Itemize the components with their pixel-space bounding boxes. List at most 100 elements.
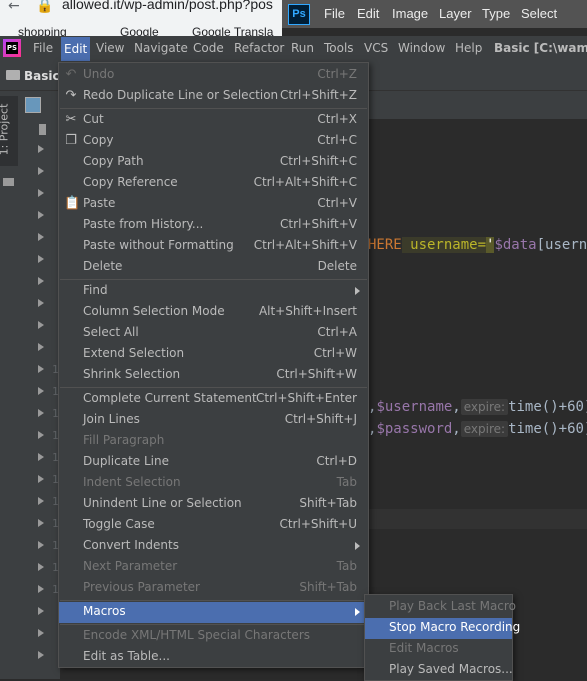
tree-expand-icon[interactable] [38,453,44,461]
menu-item-label: Undo [83,67,115,81]
menu-item-select-all[interactable]: Select All Ctrl+A [59,323,368,344]
menu-item-convert-indents[interactable]: Convert Indents [59,536,368,557]
tree-expand-icon[interactable] [38,233,44,241]
menu-navigate[interactable]: Navigate [134,41,188,55]
tree-expand-icon[interactable] [38,431,44,439]
menu-item-paste-from-history[interactable]: Paste from History... Ctrl+Shift+V [59,215,368,236]
tree-expand-icon[interactable] [38,475,44,483]
tree-expand-icon[interactable] [38,299,44,307]
menu-item-unindent-line-or-selection[interactable]: Unindent Line or Selection Shift+Tab [59,494,368,515]
menu-item-shortcut: Ctrl+V [317,196,357,210]
ps-menu-file[interactable]: File [324,6,345,21]
menu-run[interactable]: Run [291,41,314,55]
ps-menu-edit[interactable]: Edit [357,6,379,21]
menu-item-previous-parameter: Previous Parameter Shift+Tab [59,578,368,599]
ps-menu-select[interactable]: Select [521,6,557,21]
photoshop-logo: Ps [288,4,310,25]
menu-item-shortcut: Ctrl+D [316,454,357,468]
tree-expand-icon[interactable] [38,167,44,175]
menu-window[interactable]: Window [398,41,445,55]
menu-item-paste[interactable]: 📋 Paste Ctrl+V [59,194,368,215]
ps-menu-type[interactable]: Type [482,6,510,21]
menu-item-find[interactable]: Find [59,281,368,302]
submenu-arrow-icon [355,542,360,550]
code-editor[interactable]: HERE username='$data[usernam ,$username,… [368,91,587,679]
menu-item-column-selection-mode[interactable]: Column Selection Mode Alt+Shift+Insert [59,302,368,323]
menu-item-macros[interactable]: Macros [59,602,368,623]
menu-view[interactable]: View [96,41,124,55]
menu-item-label: Convert Indents [83,538,179,552]
menu-item-shortcut: Ctrl+Shift+Z [280,88,357,102]
ps-menu-image[interactable]: Image [392,6,428,21]
tree-expand-icon[interactable] [38,563,44,571]
tree-expand-icon[interactable] [38,189,44,197]
menu-item-shrink-selection[interactable]: Shrink Selection Ctrl+Shift+W [59,365,368,386]
menu-item-join-lines[interactable]: Join Lines Ctrl+Shift+J [59,410,368,431]
menu-item-shortcut: Ctrl+C [317,133,357,147]
menu-item-label: Redo Duplicate Line or Selection [83,88,279,102]
menu-file[interactable]: File [33,41,53,55]
ps-menu-layer[interactable]: Layer [439,6,472,21]
submenu-item-label: Stop Macro Recording [389,620,521,634]
tree-expand-icon[interactable] [38,343,44,351]
tree-expand-icon[interactable] [38,497,44,505]
tree-expand-icon[interactable] [38,409,44,417]
tree-expand-icon[interactable] [38,255,44,263]
tree-expand-icon[interactable] [38,321,44,329]
menu-item-toggle-case[interactable]: Toggle Case Ctrl+Shift+U [59,515,368,536]
tree-expand-icon[interactable] [38,387,44,395]
tree-expand-icon[interactable] [38,651,44,659]
tool-window-strip: 1: Project [0,91,18,679]
project-tool-tab[interactable]: 1: Project [0,96,18,166]
menu-tools[interactable]: Tools [324,41,354,55]
tree-expand-icon[interactable] [38,519,44,527]
menu-item-duplicate-line[interactable]: Duplicate Line Ctrl+D [59,452,368,473]
tree-expand-icon[interactable] [38,541,44,549]
browser-url[interactable]: allowed.it/wp-admin/post.php?pos [62,0,273,12]
menu-item-shortcut: Tab [336,475,357,489]
menu-vcs[interactable]: VCS [364,41,388,55]
menu-item-label: Copy [83,133,114,147]
breadcrumb[interactable]: Basic [24,69,60,83]
lock-icon: 🔒 [36,0,54,14]
menu-item-copy-reference[interactable]: Copy Reference Ctrl+Alt+Shift+C [59,173,368,194]
menu-edit[interactable]: Edit [61,37,91,61]
menu-help[interactable]: Help [455,41,482,55]
code-line[interactable]: ,$username, expire: time()+60) [368,399,587,415]
menu-refactor[interactable]: Refactor [234,41,284,55]
menu-code[interactable]: Code [193,41,224,55]
bookmark-shopping[interactable]: shopping [18,25,67,36]
tree-expand-icon[interactable] [38,607,44,615]
photoshop-menubar: Ps File Edit Image Layer Type Select [282,0,587,28]
project-view-icon[interactable] [25,97,41,113]
tree-expand-icon[interactable] [38,211,44,219]
menu-item-label: Unindent Line or Selection [83,496,242,510]
copy-icon: ❐ [65,133,77,148]
menu-item-extend-selection[interactable]: Extend Selection Ctrl+W [59,344,368,365]
tree-expand-icon[interactable] [38,585,44,593]
submenu-item-stop-macro-recording[interactable]: Stop Macro Recording [365,618,520,639]
tree-expand-icon[interactable] [38,365,44,373]
bookmark-google[interactable]: Google [120,25,159,36]
menu-item-label: Paste without Formatting [83,238,234,252]
menu-item-delete[interactable]: Delete Delete [59,257,368,278]
tree-expand-icon[interactable] [38,277,44,285]
scissors-icon: ✂ [65,112,77,127]
bookmark-google-translate[interactable]: Google Transla [192,25,273,36]
tree-expand-icon[interactable] [38,629,44,637]
menu-item-shortcut: Ctrl+Shift+J [284,412,357,426]
menu-item-redo-duplicate-line-or-selection[interactable]: ↷ Redo Duplicate Line or Selection Ctrl+Sh… [59,86,368,107]
menu-item-complete-current-statement[interactable]: Complete Current Statement Ctrl+Shift+Ent… [59,389,368,410]
submenu-item-play-saved-macros[interactable]: Play Saved Macros... [365,660,513,681]
back-icon[interactable]: ← [8,0,20,14]
code-line[interactable]: HERE username='$data[usernam [368,237,587,253]
menu-item-copy[interactable]: ❐ Copy Ctrl+C [59,131,368,152]
tree-expand-icon[interactable] [38,145,44,153]
menu-item-paste-without-formatting[interactable]: Paste without Formatting Ctrl+Alt+Shift+V [59,236,368,257]
menu-item-cut[interactable]: ✂ Cut Ctrl+X [59,110,368,131]
menu-item-shortcut: Ctrl+W [313,346,357,360]
menu-item-copy-path[interactable]: Copy Path Ctrl+Shift+C [59,152,368,173]
menu-item-label: Delete [83,259,123,273]
menu-item-edit-as-table[interactable]: Edit as Table... [59,647,368,668]
code-line[interactable]: ,$password, expire: time()+60) [368,421,587,437]
